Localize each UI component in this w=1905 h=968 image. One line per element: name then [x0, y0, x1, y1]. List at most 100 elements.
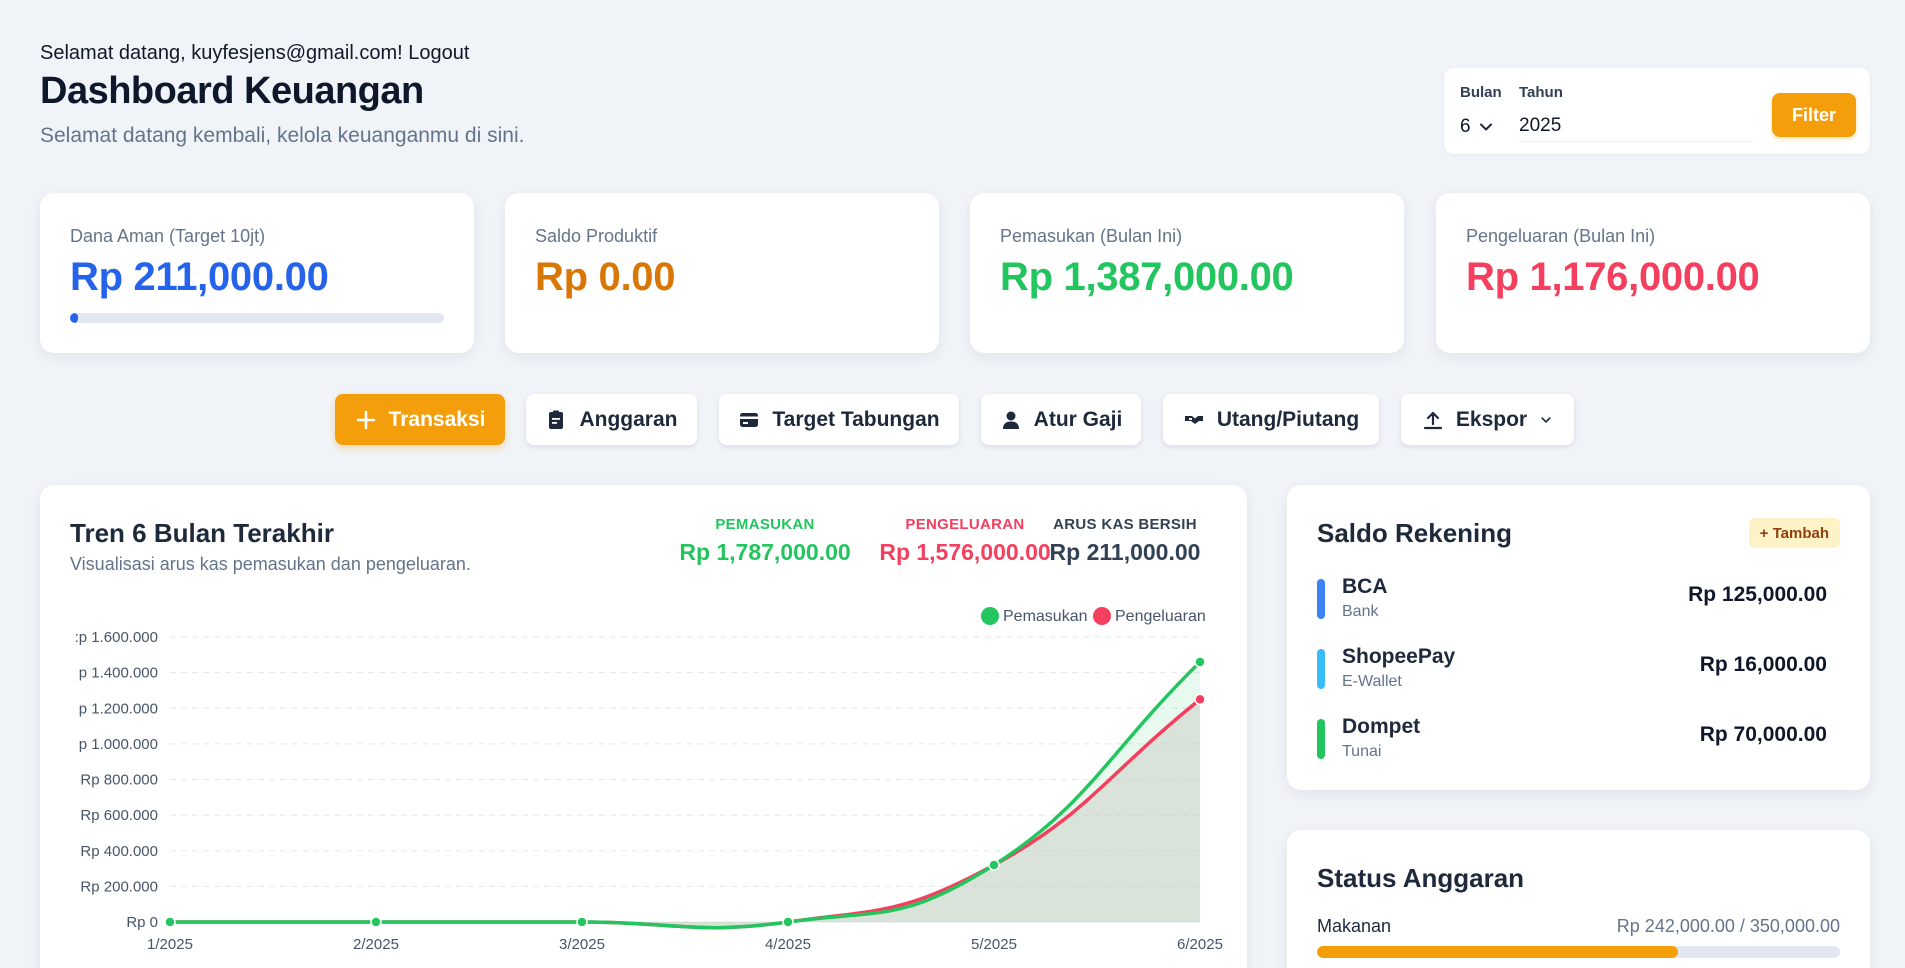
account-color-bar [1317, 579, 1325, 619]
action-label: Anggaran [579, 407, 678, 431]
account-name: Dompet [1342, 715, 1421, 738]
action-label: Utang/Piutang [1216, 407, 1360, 431]
account-color-bar [1317, 719, 1325, 759]
user-icon [1002, 411, 1019, 429]
month-value: 6 [1460, 116, 1471, 137]
debt-receivable-button[interactable]: Utang/Piutang [1163, 394, 1379, 445]
stat-label: Pengeluaran (Bulan Ini) [1466, 226, 1656, 246]
action-label: Transaksi [388, 407, 486, 431]
x-tick-label: 1/2025 [147, 936, 193, 953]
action-label: Atur Gaji [1033, 407, 1123, 431]
add-transaction-button[interactable]: Transaksi [335, 394, 505, 445]
account-item-shopeepay[interactable]: ShopeePay E-Wallet Rp 16,000.00 [1317, 645, 1827, 691]
x-tick-label: 4/2025 [765, 936, 811, 953]
plus-icon [356, 410, 375, 429]
period-filter: Bulan Tahun 6 2025 Filter [1444, 68, 1870, 154]
trend-chart-card: Rp 0 Rp 200.000 Rp 400.000 Rp 600.000 Rp 800… [40, 485, 1247, 968]
filter-button[interactable]: Filter [1772, 93, 1856, 137]
account-name: BCA [1342, 575, 1388, 598]
budget-item-amount: Rp 242,000.00 / 350,000.00 [1616, 916, 1840, 936]
page-subtitle: Selamat datang kembali, kelola keuanganm… [40, 124, 525, 147]
summary-value: Rp 211,000.00 [1049, 539, 1201, 565]
stat-card-saldo-produktif: Saldo Produktif Rp 0.00 [505, 193, 939, 353]
budget-button[interactable]: Anggaran [526, 394, 697, 445]
chart-title: Tren 6 Bulan Terakhir [70, 518, 334, 548]
legend-label: Pemasukan [1003, 608, 1088, 625]
account-item-dompet[interactable]: Dompet Tunai Rp 70,000.00 [1317, 715, 1827, 761]
stat-value: Rp 211,000.00 [70, 255, 329, 299]
account-color-bar [1317, 649, 1325, 689]
action-label: Ekspor [1455, 407, 1528, 431]
summary-net-cashflow: ARUS KAS BERSIH Rp 211,000.00 [990, 516, 1260, 566]
account-type: Bank [1342, 603, 1379, 620]
account-name: ShopeePay [1342, 645, 1456, 668]
data-point-pemasukan [370, 916, 382, 928]
account-amount: Rp 16,000.00 [1699, 653, 1827, 676]
export-button[interactable]: Ekspor [1401, 394, 1574, 445]
summary-label: ARUS KAS BERSIH [1053, 516, 1197, 533]
savings-target-button[interactable]: Target Tabungan [719, 394, 959, 445]
budget-item-name: Makanan [1317, 916, 1392, 936]
x-tick-label: 3/2025 [559, 936, 605, 953]
data-point-pemasukan [164, 916, 176, 928]
legend-marker [1093, 607, 1111, 625]
page-title: Dashboard Keuangan [40, 70, 424, 112]
stat-value: Rp 1,176,000.00 [1466, 255, 1760, 299]
data-point-pemasukan [782, 916, 794, 928]
legend-marker [981, 607, 999, 625]
x-tick-label: 2/2025 [353, 936, 399, 953]
budget-progress-bar [1317, 946, 1840, 958]
budget-progress-fill [1317, 946, 1678, 958]
y-tick-label: p 1.400.000 [79, 665, 158, 682]
account-amount: Rp 70,000.00 [1699, 723, 1827, 746]
account-item-bca[interactable]: BCA Bank Rp 125,000.00 [1317, 575, 1827, 621]
data-point-pengeluaran [1194, 693, 1206, 706]
account-type: E-Wallet [1342, 673, 1402, 690]
year-label: Tahun [1519, 84, 1563, 101]
stat-card-pemasukan: Pemasukan (Bulan Ini) Rp 1,387,000.00 [970, 193, 1404, 353]
x-tick-label: 5/2025 [971, 936, 1017, 953]
month-select[interactable]: 6 [1460, 112, 1500, 142]
safe-fund-progress-bar [70, 313, 444, 323]
y-tick-label: p 1.200.000 [79, 700, 158, 717]
credit-card-icon [740, 412, 759, 427]
x-tick-label: 6/2025 [1177, 936, 1223, 953]
stat-card-dana-aman: Dana Aman (Target 10jt) Rp 211,000.00 [40, 193, 474, 353]
y-tick-label: :p 1.600.000 [75, 629, 158, 646]
stat-label: Saldo Produktif [535, 226, 658, 246]
budget-title: Status Anggaran [1317, 863, 1525, 893]
stat-label: Pemasukan (Bulan Ini) [1000, 226, 1183, 246]
month-label: Bulan [1460, 84, 1502, 101]
salary-settings-button[interactable]: Atur Gaji [981, 394, 1141, 445]
account-amount: Rp 125,000.00 [1688, 583, 1827, 606]
chart-subtitle: Visualisasi arus kas pemasukan dan penge… [70, 554, 471, 574]
stat-value: Rp 0.00 [535, 255, 676, 299]
y-tick-label: Rp 200.000 [80, 878, 158, 895]
stat-card-pengeluaran: Pengeluaran (Bulan Ini) Rp 1,176,000.00 [1436, 193, 1870, 353]
stat-label: Dana Aman (Target 10jt) [70, 226, 266, 246]
y-tick-label: Rp 400.000 [80, 843, 158, 860]
data-point-pemasukan [576, 916, 588, 928]
legend-label: Pengeluaran [1115, 608, 1206, 625]
account-balance-card: Saldo Rekening + Tambah BCA Bank Rp 125,… [1287, 485, 1870, 790]
y-tick-label: Rp 600.000 [80, 807, 158, 824]
upload-icon [1423, 411, 1442, 429]
chevron-down-icon [1541, 416, 1551, 423]
y-tick-label: Rp 800.000 [80, 772, 158, 789]
data-point-pemasukan [988, 859, 1000, 871]
series-area-pengeluaran [170, 699, 1200, 928]
welcome-message: Selamat datang, kuyfesjens@gmail.com! Lo… [40, 42, 470, 64]
data-point-pemasukan [1194, 656, 1206, 668]
clipboard-icon [549, 410, 564, 429]
y-tick-label: Rp 0 [126, 914, 158, 931]
handshake-icon [1184, 415, 1203, 424]
accounts-title: Saldo Rekening [1317, 518, 1513, 548]
chevron-down-icon [1479, 123, 1492, 131]
add-account-button[interactable]: + Tambah [1748, 518, 1840, 548]
safe-fund-progress-fill [70, 313, 78, 323]
stat-value: Rp 1,387,000.00 [1000, 255, 1294, 299]
year-input[interactable]: 2025 [1519, 112, 1755, 142]
y-tick-label: p 1.000.000 [79, 736, 158, 753]
account-type: Tunai [1342, 743, 1382, 760]
budget-status-card: Status Anggaran Makanan Rp 242,000.00 / … [1287, 830, 1870, 968]
